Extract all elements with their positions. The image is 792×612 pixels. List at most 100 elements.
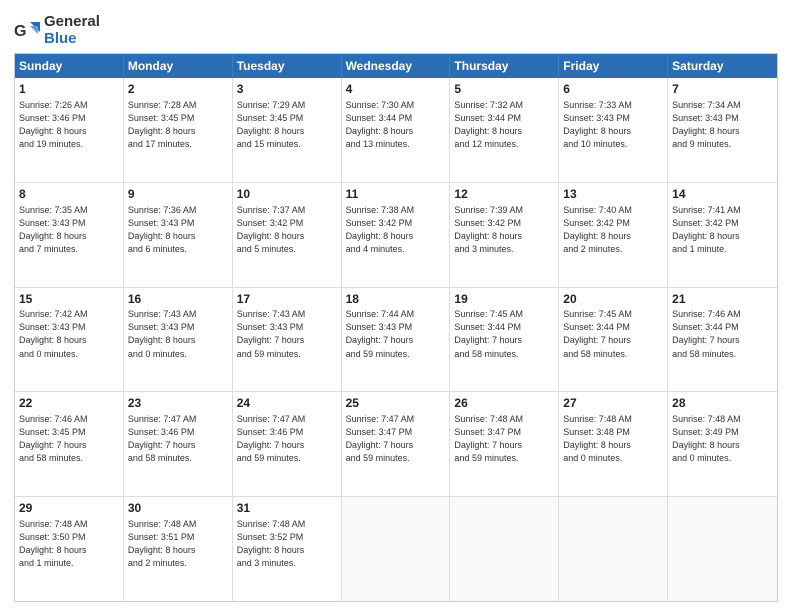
cell-details: Sunrise: 7:43 AMSunset: 3:43 PMDaylight:…: [237, 308, 337, 360]
calendar-cell: 2Sunrise: 7:28 AMSunset: 3:45 PMDaylight…: [124, 78, 233, 182]
cell-line: Daylight: 8 hours: [237, 125, 337, 138]
cell-line: Sunset: 3:43 PM: [237, 321, 337, 334]
day-number: 3: [237, 81, 337, 98]
calendar-cell: 17Sunrise: 7:43 AMSunset: 3:43 PMDayligh…: [233, 288, 342, 392]
cell-line: and 6 minutes.: [128, 243, 228, 256]
svg-text:G: G: [14, 23, 26, 40]
calendar-cell: [342, 497, 451, 601]
calendar-cell: 3Sunrise: 7:29 AMSunset: 3:45 PMDaylight…: [233, 78, 342, 182]
cell-line: and 0 minutes.: [563, 452, 663, 465]
cell-details: Sunrise: 7:30 AMSunset: 3:44 PMDaylight:…: [346, 99, 446, 151]
day-number: 29: [19, 500, 119, 517]
cell-line: and 1 minute.: [19, 557, 119, 570]
cell-line: Sunset: 3:50 PM: [19, 531, 119, 544]
cell-line: Sunrise: 7:26 AM: [19, 99, 119, 112]
cell-line: Sunset: 3:42 PM: [563, 217, 663, 230]
cell-line: Sunset: 3:44 PM: [346, 112, 446, 125]
cell-line: Daylight: 7 hours: [672, 334, 773, 347]
day-number: 12: [454, 186, 554, 203]
cell-details: Sunrise: 7:39 AMSunset: 3:42 PMDaylight:…: [454, 204, 554, 256]
cell-details: Sunrise: 7:48 AMSunset: 3:50 PMDaylight:…: [19, 518, 119, 570]
cell-line: Sunrise: 7:45 AM: [563, 308, 663, 321]
cell-details: Sunrise: 7:34 AMSunset: 3:43 PMDaylight:…: [672, 99, 773, 151]
cell-line: Daylight: 8 hours: [563, 230, 663, 243]
cell-line: and 12 minutes.: [454, 138, 554, 151]
cell-line: and 59 minutes.: [237, 348, 337, 361]
cell-line: Sunrise: 7:28 AM: [128, 99, 228, 112]
cell-line: Sunrise: 7:38 AM: [346, 204, 446, 217]
day-number: 16: [128, 291, 228, 308]
cell-line: Sunset: 3:46 PM: [237, 426, 337, 439]
day-number: 28: [672, 395, 773, 412]
cell-line: Sunset: 3:42 PM: [672, 217, 773, 230]
cell-line: Sunrise: 7:30 AM: [346, 99, 446, 112]
cell-line: Daylight: 7 hours: [128, 439, 228, 452]
cell-details: Sunrise: 7:26 AMSunset: 3:46 PMDaylight:…: [19, 99, 119, 151]
cell-line: and 2 minutes.: [128, 557, 228, 570]
calendar-row-2: 8Sunrise: 7:35 AMSunset: 3:43 PMDaylight…: [15, 183, 777, 288]
header-day-sunday: Sunday: [15, 54, 124, 78]
cell-line: and 2 minutes.: [563, 243, 663, 256]
cell-line: Sunset: 3:43 PM: [128, 217, 228, 230]
cell-line: Sunrise: 7:43 AM: [128, 308, 228, 321]
calendar-cell: 12Sunrise: 7:39 AMSunset: 3:42 PMDayligh…: [450, 183, 559, 287]
cell-line: Sunset: 3:43 PM: [19, 321, 119, 334]
calendar-cell: 13Sunrise: 7:40 AMSunset: 3:42 PMDayligh…: [559, 183, 668, 287]
cell-line: Daylight: 8 hours: [346, 230, 446, 243]
cell-line: and 17 minutes.: [128, 138, 228, 151]
cell-line: and 7 minutes.: [19, 243, 119, 256]
calendar-cell: 15Sunrise: 7:42 AMSunset: 3:43 PMDayligh…: [15, 288, 124, 392]
day-number: 21: [672, 291, 773, 308]
calendar-cell: 30Sunrise: 7:48 AMSunset: 3:51 PMDayligh…: [124, 497, 233, 601]
calendar-row-4: 22Sunrise: 7:46 AMSunset: 3:45 PMDayligh…: [15, 392, 777, 497]
cell-line: Sunrise: 7:42 AM: [19, 308, 119, 321]
cell-line: Sunset: 3:43 PM: [128, 321, 228, 334]
cell-line: Sunrise: 7:48 AM: [19, 518, 119, 531]
cell-line: and 13 minutes.: [346, 138, 446, 151]
cell-line: and 15 minutes.: [237, 138, 337, 151]
calendar-cell: 28Sunrise: 7:48 AMSunset: 3:49 PMDayligh…: [668, 392, 777, 496]
cell-line: Sunset: 3:45 PM: [237, 112, 337, 125]
cell-line: Daylight: 8 hours: [237, 544, 337, 557]
cell-line: and 1 minute.: [672, 243, 773, 256]
cell-line: Sunset: 3:51 PM: [128, 531, 228, 544]
cell-line: Sunrise: 7:48 AM: [672, 413, 773, 426]
day-number: 24: [237, 395, 337, 412]
cell-line: Daylight: 8 hours: [454, 125, 554, 138]
cell-line: Sunrise: 7:46 AM: [19, 413, 119, 426]
calendar-cell: 4Sunrise: 7:30 AMSunset: 3:44 PMDaylight…: [342, 78, 451, 182]
calendar-cell: 24Sunrise: 7:47 AMSunset: 3:46 PMDayligh…: [233, 392, 342, 496]
day-number: 10: [237, 186, 337, 203]
cell-line: Sunrise: 7:45 AM: [454, 308, 554, 321]
calendar-row-5: 29Sunrise: 7:48 AMSunset: 3:50 PMDayligh…: [15, 497, 777, 601]
calendar-cell: 27Sunrise: 7:48 AMSunset: 3:48 PMDayligh…: [559, 392, 668, 496]
cell-line: and 19 minutes.: [19, 138, 119, 151]
page: G General Blue SundayMondayTuesdayWednes…: [0, 0, 792, 612]
cell-line: Sunrise: 7:44 AM: [346, 308, 446, 321]
cell-line: Daylight: 8 hours: [672, 125, 773, 138]
cell-line: Sunrise: 7:29 AM: [237, 99, 337, 112]
calendar-cell: [559, 497, 668, 601]
day-number: 11: [346, 186, 446, 203]
cell-line: Sunrise: 7:35 AM: [19, 204, 119, 217]
cell-line: Daylight: 7 hours: [237, 439, 337, 452]
day-number: 26: [454, 395, 554, 412]
calendar-cell: 21Sunrise: 7:46 AMSunset: 3:44 PMDayligh…: [668, 288, 777, 392]
cell-line: Sunrise: 7:32 AM: [454, 99, 554, 112]
header-day-friday: Friday: [559, 54, 668, 78]
calendar-cell: [668, 497, 777, 601]
cell-line: Sunrise: 7:47 AM: [128, 413, 228, 426]
day-number: 18: [346, 291, 446, 308]
cell-details: Sunrise: 7:45 AMSunset: 3:44 PMDaylight:…: [563, 308, 663, 360]
calendar-cell: 9Sunrise: 7:36 AMSunset: 3:43 PMDaylight…: [124, 183, 233, 287]
calendar-cell: 31Sunrise: 7:48 AMSunset: 3:52 PMDayligh…: [233, 497, 342, 601]
cell-line: Sunrise: 7:33 AM: [563, 99, 663, 112]
day-number: 30: [128, 500, 228, 517]
cell-line: Daylight: 7 hours: [563, 334, 663, 347]
cell-details: Sunrise: 7:48 AMSunset: 3:52 PMDaylight:…: [237, 518, 337, 570]
cell-line: Sunrise: 7:37 AM: [237, 204, 337, 217]
cell-details: Sunrise: 7:46 AMSunset: 3:45 PMDaylight:…: [19, 413, 119, 465]
calendar: SundayMondayTuesdayWednesdayThursdayFrid…: [14, 53, 778, 602]
cell-line: Sunset: 3:43 PM: [346, 321, 446, 334]
cell-line: Sunrise: 7:39 AM: [454, 204, 554, 217]
